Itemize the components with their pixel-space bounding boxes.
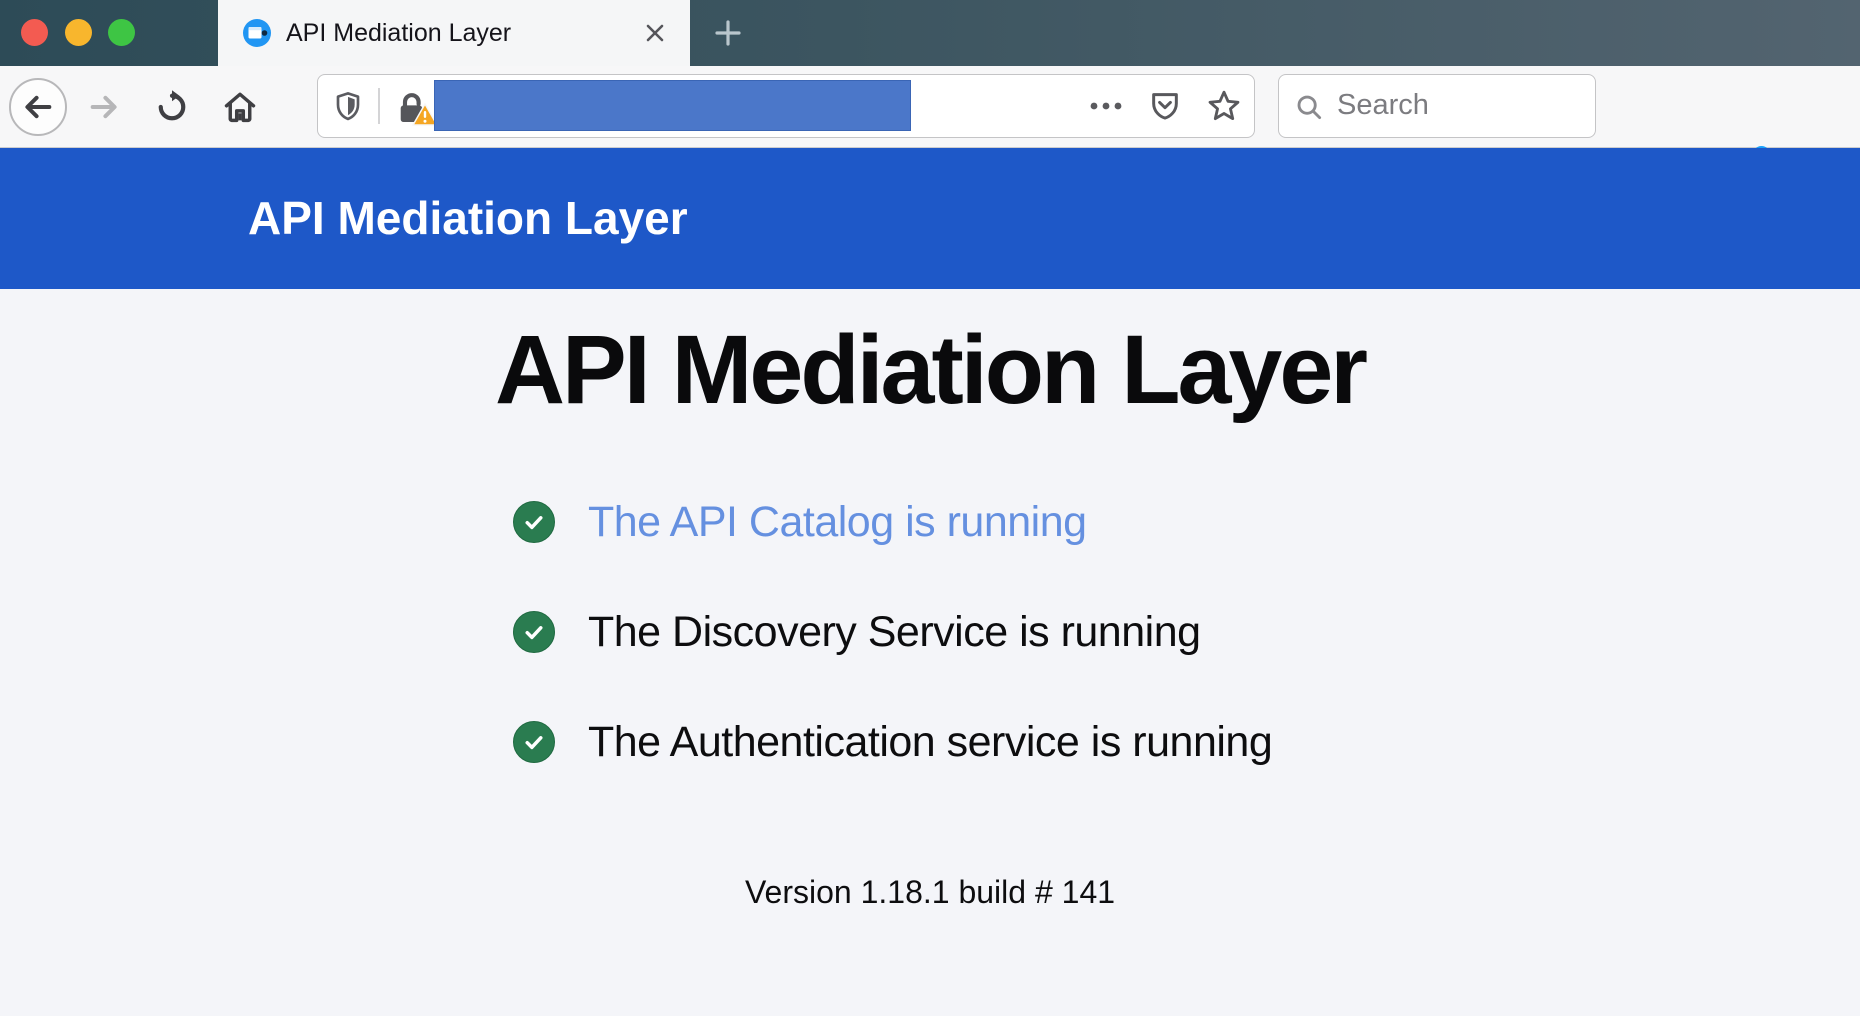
authentication-service-status: The Authentication service is running <box>588 718 1272 767</box>
page-actions-icon[interactable] <box>1088 91 1124 121</box>
url-redaction-box <box>434 80 911 131</box>
reload-icon <box>154 89 190 125</box>
status-row-discovery-service: The Discovery Service is running <box>513 610 1272 654</box>
home-button[interactable] <box>211 78 269 136</box>
page-content: API Mediation Layer The API Catalog is r… <box>0 289 1860 1016</box>
zoom-window-button[interactable] <box>108 19 135 46</box>
browser-window: API Mediation Layer <box>0 0 1860 1016</box>
url-bar[interactable] <box>317 74 1255 138</box>
status-row-authentication-service: The Authentication service is running <box>513 720 1272 764</box>
site-brand-title: API Mediation Layer <box>248 148 688 289</box>
close-window-button[interactable] <box>21 19 48 46</box>
check-icon <box>513 721 555 763</box>
forward-button[interactable] <box>75 78 133 136</box>
titlebar: API Mediation Layer <box>0 0 1860 66</box>
site-header: API API Mediation Layer <box>0 148 1860 289</box>
page-title: API Mediation Layer <box>0 314 1860 426</box>
new-tab-icon[interactable] <box>710 15 746 51</box>
version-text: Version 1.18.1 build # 141 <box>0 874 1860 911</box>
home-icon <box>222 89 258 125</box>
back-button[interactable] <box>9 78 67 136</box>
check-icon <box>513 611 555 653</box>
check-icon <box>513 501 555 543</box>
api-catalog-link[interactable]: The API Catalog is running <box>588 498 1087 547</box>
tab-favicon-icon <box>242 18 272 48</box>
urlbar-separator <box>378 88 380 124</box>
tracking-protection-shield-icon[interactable] <box>332 90 364 122</box>
search-bar[interactable] <box>1278 74 1596 138</box>
tab-title: API Mediation Layer <box>286 0 511 66</box>
reload-button[interactable] <box>143 78 201 136</box>
pocket-save-icon[interactable] <box>1148 89 1182 123</box>
tab-api-mediation-layer[interactable]: API Mediation Layer <box>218 0 690 66</box>
search-input[interactable] <box>1337 77 1582 133</box>
bookmark-star-icon[interactable] <box>1206 88 1242 124</box>
forward-icon <box>87 90 121 124</box>
status-list: The API Catalog is running The Discovery… <box>513 500 1272 830</box>
discovery-service-status: The Discovery Service is running <box>588 608 1201 657</box>
minimize-window-button[interactable] <box>65 19 92 46</box>
back-icon <box>21 90 55 124</box>
close-tab-icon[interactable] <box>641 19 669 47</box>
status-row-api-catalog: The API Catalog is running <box>513 500 1272 544</box>
search-icon <box>1294 92 1324 122</box>
navigation-toolbar <box>0 66 1860 148</box>
